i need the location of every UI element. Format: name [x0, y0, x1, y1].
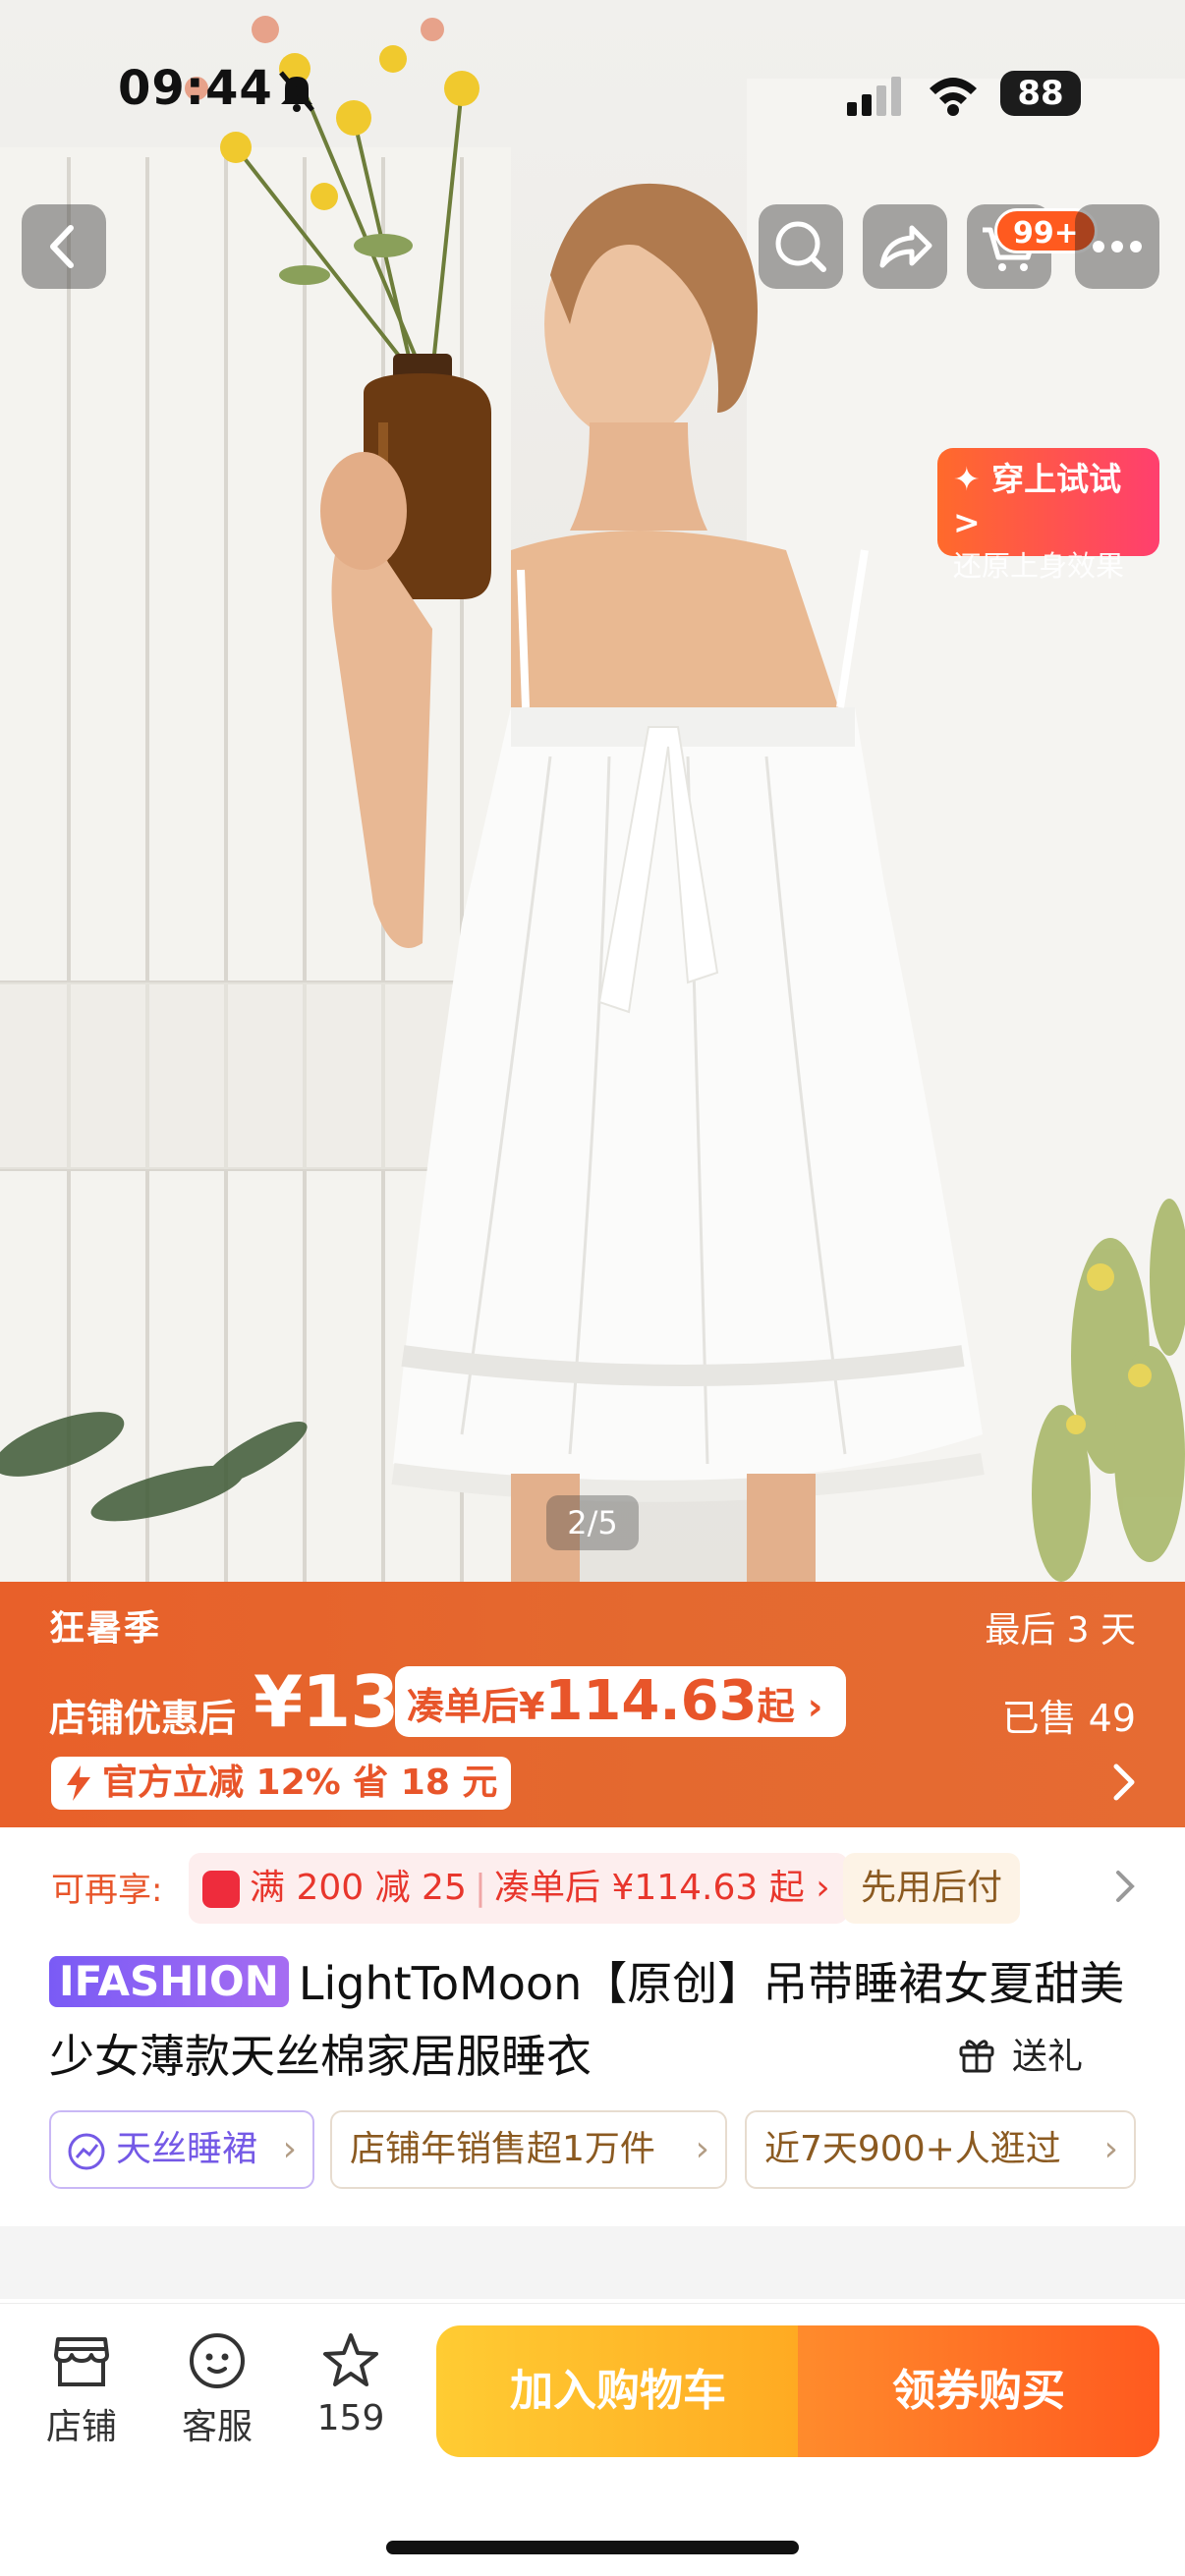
chevron-right-icon[interactable]: [1110, 1763, 1138, 1802]
brand-badge: IFASHION: [49, 1956, 289, 2007]
official-discount-text: 官方立减 12% 省 18 元: [102, 1763, 498, 1803]
cellular-signal-icon: [847, 77, 901, 116]
home-indicator: [386, 2541, 799, 2554]
combo-price: 114.63: [544, 1669, 758, 1733]
coupon-combo-text: 凑单后 ¥114.63 起 ›: [494, 1868, 830, 1908]
coupon-pill[interactable]: 满 200 减 25 | 凑单后 ¥114.63 起 ›: [189, 1853, 848, 1924]
chevron-right-icon[interactable]: [1114, 1869, 1138, 1904]
tag-recent-visits[interactable]: 近7天900+人逛过 ›: [745, 2110, 1136, 2189]
wifi-icon: [930, 78, 977, 116]
official-discount-badge: 官方立减 12% 省 18 元: [51, 1757, 512, 1810]
after-discount-label: 店铺优惠后: [49, 1697, 237, 1740]
customer-service-button[interactable]: 客服: [163, 2329, 271, 2449]
tag-annual-sales[interactable]: 店铺年销售超1万件 ›: [330, 2110, 727, 2189]
lightning-icon: [67, 1765, 90, 1801]
shop-label: 店铺: [45, 2407, 117, 2447]
favorite-count: 159: [316, 2398, 385, 2438]
tag-label: 近7天900+人逛过: [764, 2129, 1061, 2169]
try-on-button[interactable]: ✦ 穿上试试 > 还原上身效果: [937, 448, 1159, 583]
combo-price-pill[interactable]: 凑单后¥114.63起 ›: [395, 1666, 847, 1737]
try-on-title: ✦ 穿上试试 >: [953, 460, 1122, 541]
countdown: 最后 3 天: [985, 1610, 1136, 1651]
back-button[interactable]: [22, 204, 106, 289]
offers-label: 可再享:: [51, 1871, 163, 1910]
gift-button[interactable]: 送礼: [959, 2028, 1084, 2079]
bottom-action-bar: 店铺 客服 159 加入购物车 领券购买: [0, 2303, 1185, 2576]
tag-category[interactable]: 天丝睡裙 ›: [49, 2110, 314, 2189]
status-time: 09:44: [118, 61, 273, 116]
try-on-subtitle: 还原上身效果: [953, 549, 1125, 583]
shop-icon: [54, 2337, 109, 2386]
combo-prefix: 凑单后¥: [407, 1685, 545, 1728]
search-button[interactable]: [759, 204, 843, 289]
search-icon: [775, 221, 826, 272]
section-divider: [0, 2226, 1185, 2299]
gift-label: 送礼: [1012, 2037, 1084, 2077]
more-dots-icon: [1093, 241, 1142, 252]
favorite-button[interactable]: 159: [297, 2329, 405, 2438]
promo-banner[interactable]: 狂暑季 最后 3 天 店铺优惠后 ¥131 凑单后¥114.63起 › 已售 4…: [0, 1582, 1185, 1827]
customer-service-label: 客服: [181, 2407, 253, 2447]
buy-with-coupon-button[interactable]: 领券购买: [798, 2325, 1159, 2457]
mute-bell-icon: [279, 71, 314, 112]
chevron-left-icon: [50, 225, 74, 268]
sold-count: 已售 49: [1001, 1697, 1136, 1740]
shop-button[interactable]: 店铺: [28, 2329, 136, 2449]
combo-suffix: 起 ›: [757, 1685, 823, 1728]
gift-icon: [959, 2040, 994, 2073]
coupon-icon: [202, 1871, 240, 1908]
chat-face-icon: [190, 2333, 245, 2388]
tag-label: 店铺年销售超1万件: [350, 2129, 655, 2169]
share-button[interactable]: [863, 204, 947, 289]
campaign-title: 狂暑季: [49, 1608, 162, 1649]
share-icon: [879, 225, 932, 268]
star-icon: [323, 2333, 378, 2386]
trend-icon: [68, 2133, 105, 2170]
product-image-gallery[interactable]: 09:44 88 99+ ✦ 穿上试试 > 还原上身效果 2/5: [0, 0, 1185, 1582]
add-to-cart-button[interactable]: 加入购物车: [436, 2325, 800, 2457]
more-button[interactable]: [1075, 204, 1159, 289]
battery-indicator: 88: [1000, 71, 1081, 116]
image-counter: 2/5: [546, 1495, 639, 1550]
pay-later-badge[interactable]: 先用后付: [843, 1853, 1021, 1924]
coupon-text: 满 200 减 25: [250, 1868, 467, 1908]
tag-label: 天丝睡裙: [116, 2129, 258, 2169]
extra-offers-row[interactable]: 可再享: 满 200 减 25 | 凑单后 ¥114.63 起 › 先用后付: [0, 1827, 1185, 1943]
